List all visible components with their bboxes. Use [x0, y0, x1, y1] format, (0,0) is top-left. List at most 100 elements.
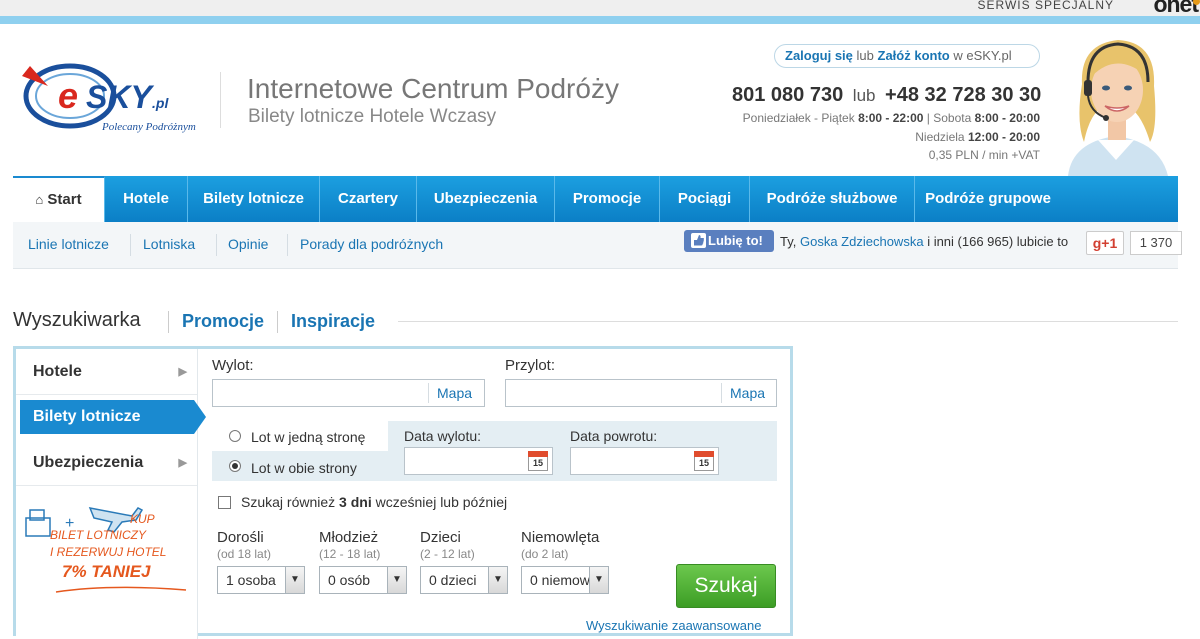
- promo-line-3: I REZERWUJ HOTEL: [50, 545, 167, 559]
- chevron-right-icon: ▶: [178, 457, 187, 469]
- esky-logo[interactable]: e SKY .pl Polecany Podróżnym: [18, 58, 198, 144]
- subnav-separator: [216, 234, 217, 256]
- nav-promocje[interactable]: Promocje: [555, 176, 660, 222]
- flexible-dates-checkbox[interactable]: [218, 496, 231, 509]
- passenger-title-children: Dzieci: [420, 529, 461, 546]
- svg-text:.pl: .pl: [152, 95, 169, 111]
- nav-hotele[interactable]: Hotele: [105, 176, 188, 222]
- home-icon: ⌂: [35, 192, 44, 207]
- login-box: Zaloguj się lub Załóż konto w eSKY.pl: [774, 44, 1040, 68]
- nav-podroze-sluzbowe[interactable]: Podróże służbowe: [750, 176, 915, 222]
- passenger-title-adults: Dorośli: [217, 529, 264, 546]
- subnav-opinie[interactable]: Opinie: [228, 236, 268, 252]
- hours-sunday-time: 12:00 - 20:00: [967, 130, 1040, 144]
- wylot-mapa-link[interactable]: Mapa: [437, 385, 472, 401]
- children-select[interactable]: 0 dzieci ▼: [420, 566, 508, 594]
- promo-line-1: KUP: [130, 512, 155, 526]
- one-way-radio[interactable]: [229, 430, 241, 442]
- register-link[interactable]: Załóż konto: [878, 48, 950, 63]
- adults-select[interactable]: 1 osoba ▼: [217, 566, 305, 594]
- subnav-separator: [287, 234, 288, 256]
- search-tab-separator: [168, 311, 169, 333]
- mapa-separator: [721, 383, 722, 403]
- one-way-label[interactable]: Lot w jedną stronę: [251, 429, 365, 445]
- nav-ubezpieczenia[interactable]: Ubezpieczenia: [417, 176, 555, 222]
- dropdown-arrow-icon: ▼: [387, 567, 406, 593]
- login-suffix: w eSKY.pl: [953, 48, 1012, 63]
- phone-or: lub: [852, 86, 876, 105]
- search-tab-promocje[interactable]: Promocje: [182, 311, 264, 332]
- promo-line-4: 7% TANIEJ: [62, 562, 151, 581]
- call-center-agent-image: [1068, 40, 1168, 176]
- login-or: lub: [856, 48, 874, 63]
- search-side-bilety-lotnicze-label: Bilety lotnicze: [33, 408, 141, 425]
- search-submit-button[interactable]: Szukaj: [676, 564, 776, 608]
- hours-weekday: Poniedziałek - Piątek 8:00 - 22:00 | Sob…: [743, 111, 1040, 125]
- dropdown-arrow-icon: ▼: [589, 567, 608, 593]
- google-plus-count: 1 370: [1130, 231, 1182, 255]
- header-divider: [220, 72, 221, 128]
- fb-prefix: Ty,: [780, 234, 797, 249]
- youth-select[interactable]: 0 osób ▼: [319, 566, 407, 594]
- site-subtitle: Bilety lotnicze Hotele Wczasy: [248, 106, 497, 127]
- search-side-ubezpieczenia[interactable]: Ubezpieczenia ▶: [16, 440, 197, 486]
- login-link[interactable]: Zaloguj się: [785, 48, 853, 63]
- calendar-icon[interactable]: 15: [694, 451, 714, 471]
- passenger-title-youth: Młodzież: [319, 529, 379, 546]
- onet-logo[interactable]: onet: [1153, 0, 1199, 18]
- flex-suffix: wcześniej lub później: [375, 494, 508, 510]
- nav-pociagi[interactable]: Pociągi: [660, 176, 750, 222]
- passenger-sub-youth: (12 - 18 lat): [319, 547, 381, 561]
- search-tab-inspiracje[interactable]: Inspiracje: [291, 311, 375, 332]
- promo-banner[interactable]: + KUP BILET LOTNICZY I REZERWUJ HOTEL 7%…: [20, 488, 192, 596]
- subnav-lotniska[interactable]: Lotniska: [143, 236, 195, 252]
- subnav-separator: [130, 234, 131, 256]
- calendar-icon[interactable]: 15: [528, 451, 548, 471]
- main-nav: ⌂ Start Hotele Bilety lotnicze Czartery …: [13, 176, 1178, 222]
- flex-prefix: Szukaj również: [241, 494, 336, 510]
- phone-numbers: 801 080 730 lub +48 32 728 30 30: [732, 84, 1041, 107]
- svg-text:e: e: [58, 75, 78, 116]
- svg-text:SKY: SKY: [86, 79, 154, 115]
- search-tab-separator: [277, 311, 278, 333]
- passenger-sub-children: (2 - 12 lat): [420, 547, 475, 561]
- hours-weekday-label: Poniedziałek - Piątek: [742, 111, 855, 125]
- search-title: Wyszukiwarka: [13, 309, 141, 331]
- subnav-linie-lotnicze[interactable]: Linie lotnicze: [28, 236, 109, 252]
- departure-date-label: Data wylotu:: [404, 428, 482, 444]
- passenger-sub-adults: (od 18 lat): [217, 547, 272, 561]
- hours-sunday: Niedziela 12:00 - 20:00: [915, 130, 1040, 144]
- nav-start[interactable]: ⌂ Start: [13, 176, 105, 222]
- infants-select[interactable]: 0 niemowląt ▼: [521, 566, 609, 594]
- nav-podroze-grupowe[interactable]: Podróże grupowe: [915, 176, 1061, 222]
- hours-weekday-time: 8:00 - 22:00: [858, 111, 924, 125]
- hours-saturday-time: 8:00 - 20:00: [974, 111, 1040, 125]
- phone-number-2: +48 32 728 30 30: [885, 84, 1042, 106]
- adults-value: 1 osoba: [226, 572, 276, 588]
- fb-friend-link[interactable]: Goska Zdziechowska: [800, 234, 924, 249]
- przylot-mapa-link[interactable]: Mapa: [730, 385, 765, 401]
- passenger-title-infants: Niemowlęta: [521, 529, 600, 546]
- search-side-hotele[interactable]: Hotele ▶: [16, 349, 197, 395]
- nav-bilety-lotnicze[interactable]: Bilety lotnicze: [188, 176, 320, 222]
- svg-text:Polecany Podróżnym: Polecany Podróżnym: [101, 121, 196, 133]
- flexible-dates-label[interactable]: Szukaj również 3 dni wcześniej lub późni…: [241, 494, 507, 510]
- search-side-ubezpieczenia-label: Ubezpieczenia: [33, 454, 144, 471]
- fb-suffix: i inni (166 965) lubicie to: [927, 234, 1069, 249]
- active-tab-arrow: [194, 400, 206, 434]
- subnav-porady[interactable]: Porady dla podróżnych: [300, 236, 443, 252]
- phone-number-1: 801 080 730: [732, 84, 844, 106]
- google-plus-button[interactable]: g+1: [1086, 231, 1124, 255]
- advanced-search-link[interactable]: Wyszukiwanie zaawansowane: [586, 618, 761, 633]
- przylot-label: Przylot:: [505, 357, 556, 374]
- round-trip-radio[interactable]: [229, 460, 241, 472]
- call-price: 0,35 PLN / min +VAT: [928, 148, 1040, 162]
- nav-start-label: Start: [47, 191, 82, 208]
- top-stripe: [0, 16, 1200, 24]
- dropdown-arrow-icon: ▼: [488, 567, 507, 593]
- nav-czartery[interactable]: Czartery: [320, 176, 417, 222]
- mapa-separator: [428, 383, 429, 403]
- round-trip-label[interactable]: Lot w obie strony: [251, 460, 357, 476]
- hours-sunday-label: Niedziela: [915, 130, 965, 144]
- facebook-like-text: Ty, Goska Zdziechowska i inni (166 965) …: [780, 234, 1068, 249]
